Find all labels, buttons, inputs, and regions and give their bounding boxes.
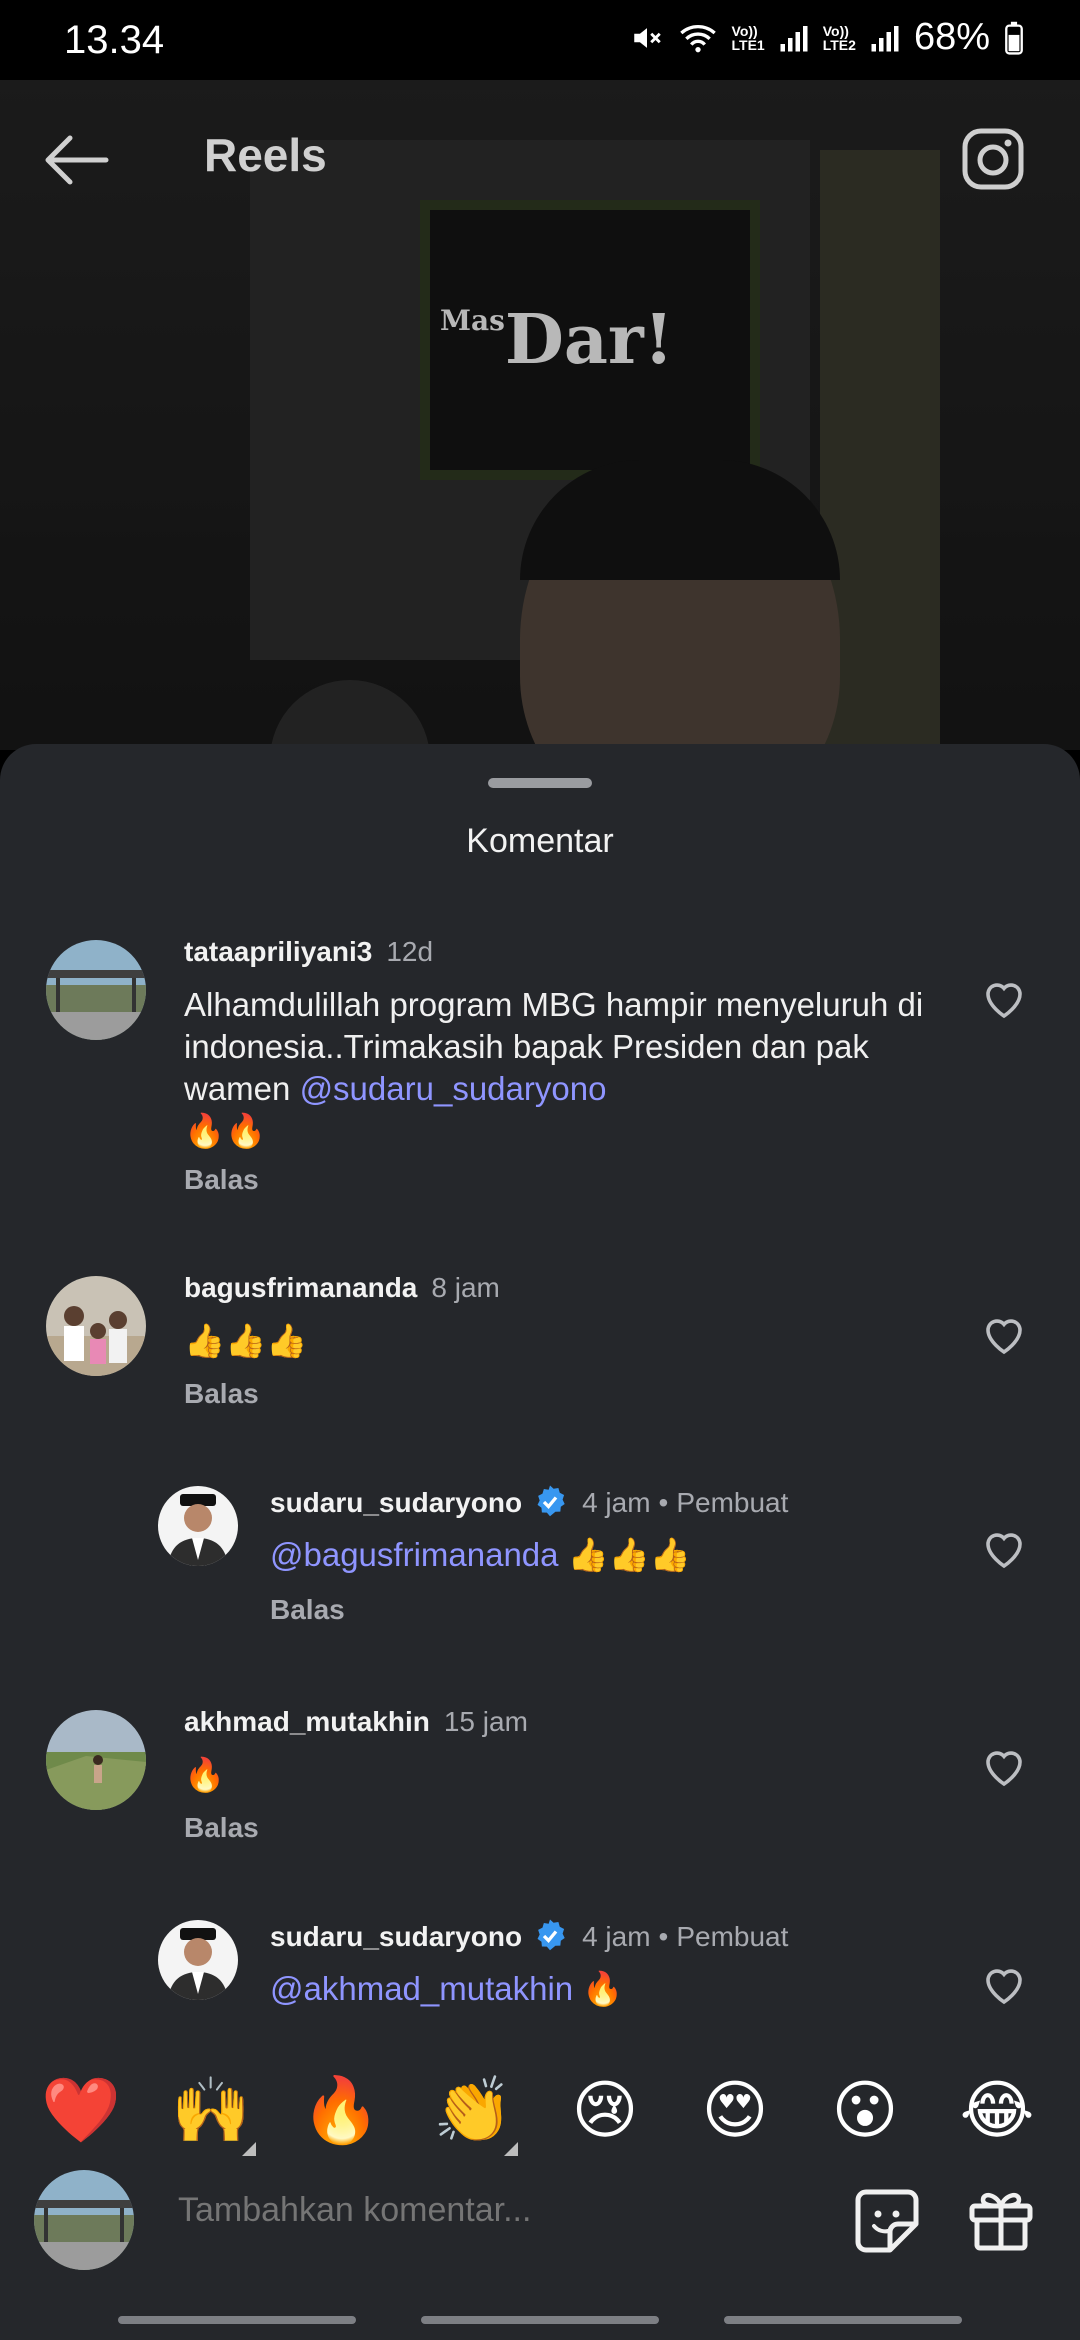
drag-handle[interactable] <box>488 778 592 788</box>
avatar[interactable] <box>158 1486 238 1566</box>
camera-button[interactable] <box>960 126 1026 192</box>
nav-recents-button[interactable] <box>118 2316 356 2324</box>
status-time: 13.34 <box>64 18 165 62</box>
emoji-crying[interactable]: 😢 <box>560 2070 650 2150</box>
status-bar: 13.34 Vo)) LTE1 Vo)) LTE2 68% <box>0 0 1080 80</box>
back-button[interactable] <box>40 130 110 190</box>
comment-time: 4 jam <box>582 1921 651 1952</box>
comment-text: 👍👍👍 <box>184 1322 308 1359</box>
battery-percent: 68% <box>913 16 990 58</box>
mute-icon <box>633 27 661 48</box>
comment-header: akhmad_mutakhin 15 jam <box>184 1706 528 1738</box>
reply-button[interactable]: Balas <box>184 1812 259 1844</box>
avatar[interactable] <box>46 940 146 1040</box>
comment-text: @bagusfrimananda 👍👍👍 <box>270 1536 691 1573</box>
verified-badge-icon <box>537 1919 565 1951</box>
heart-icon[interactable] <box>980 1526 1028 1570</box>
mention-link[interactable]: @sudaru_sudaryono <box>300 1070 607 1107</box>
creator-label: Pembuat <box>676 1921 789 1952</box>
sticker-icon <box>855 2189 919 2253</box>
signal-icon <box>780 25 808 51</box>
network-lte2-label: Vo)) LTE2 <box>822 22 856 53</box>
comment-text: @akhmad_mutakhin 🔥 <box>270 1970 624 2007</box>
username[interactable]: akhmad_mutakhin <box>184 1706 430 1737</box>
video-watermark: MasDar! <box>440 300 674 380</box>
status-icons: Vo)) LTE1 Vo)) LTE2 68% <box>630 16 1024 59</box>
emoji-fire[interactable]: 🔥 <box>296 2070 386 2150</box>
gift-icon <box>969 2192 1033 2251</box>
heart-icon[interactable] <box>980 1312 1028 1356</box>
comment-text: Alhamdulillah program MBG hampir menyelu… <box>184 986 924 1149</box>
battery-icon <box>1005 21 1023 55</box>
mention-link[interactable]: @bagusfrimananda <box>270 1536 559 1573</box>
comment-composer <box>0 2160 1080 2300</box>
heart-icon[interactable] <box>980 976 1028 1020</box>
wifi-icon <box>679 24 716 52</box>
comment-text: 🔥 <box>184 1756 226 1793</box>
system-nav-bar <box>0 2300 1080 2340</box>
arrow-left-icon <box>45 135 109 185</box>
emoji-quick-bar: ❤️ 🙌 🔥 👏 😢 😍 😮 😂 <box>0 2030 1080 2170</box>
comment-header: sudaru_sudaryono 4 jam • Pembuat <box>270 1918 788 1954</box>
signal-icon <box>871 25 899 51</box>
mention-link[interactable]: @akhmad_mutakhin <box>270 1970 573 2007</box>
top-bar: Reels <box>0 100 1080 220</box>
username[interactable]: sudaru_sudaryono <box>270 1921 522 1952</box>
gift-button[interactable] <box>966 2184 1036 2254</box>
emoji-clap[interactable]: 👏 <box>428 2070 518 2156</box>
emoji-laughing[interactable]: 😂 <box>952 2070 1042 2150</box>
comment-header: bagusfrimananda 8 jam <box>184 1272 500 1304</box>
comment-header: sudaru_sudaryono 4 jam • Pembuat <box>270 1484 788 1520</box>
emoji-heart-eyes[interactable]: 😍 <box>690 2070 780 2150</box>
heart-icon[interactable] <box>980 1744 1028 1788</box>
comment-header: tataapriliyani3 12d <box>184 936 433 968</box>
reply-button[interactable]: Balas <box>270 1594 345 1626</box>
sheet-title: Komentar <box>466 822 614 860</box>
camera-icon <box>962 128 1024 190</box>
comment-time: 4 jam <box>582 1487 651 1518</box>
emoji-surprised[interactable]: 😮 <box>820 2070 910 2150</box>
sticker-button[interactable] <box>852 2186 922 2256</box>
username[interactable]: tataapriliyani3 <box>184 936 372 967</box>
avatar[interactable] <box>46 1710 146 1810</box>
my-avatar <box>34 2170 134 2270</box>
reply-button[interactable]: Balas <box>184 1164 259 1196</box>
creator-label: Pembuat <box>676 1487 789 1518</box>
emoji-raised-hands[interactable]: 🙌 <box>166 2070 256 2156</box>
comment-time: 12d <box>386 936 434 967</box>
avatar[interactable] <box>46 1276 146 1376</box>
reply-button[interactable]: Balas <box>184 1378 259 1410</box>
verified-badge-icon <box>537 1485 565 1517</box>
nav-home-button[interactable] <box>421 2316 659 2324</box>
page-title: Reels <box>204 129 327 181</box>
comment-input[interactable] <box>176 2190 800 2231</box>
username[interactable]: sudaru_sudaryono <box>270 1487 522 1518</box>
nav-back-button[interactable] <box>724 2316 962 2324</box>
comment-time: 8 jam <box>431 1272 500 1303</box>
comment-time: 15 jam <box>443 1706 528 1737</box>
emoji-heart[interactable]: ❤️ <box>36 2070 126 2150</box>
network-lte1-label: Vo)) LTE1 <box>731 22 765 53</box>
avatar[interactable] <box>158 1920 238 2000</box>
username[interactable]: bagusfrimananda <box>184 1272 417 1303</box>
heart-icon[interactable] <box>980 1962 1028 2006</box>
